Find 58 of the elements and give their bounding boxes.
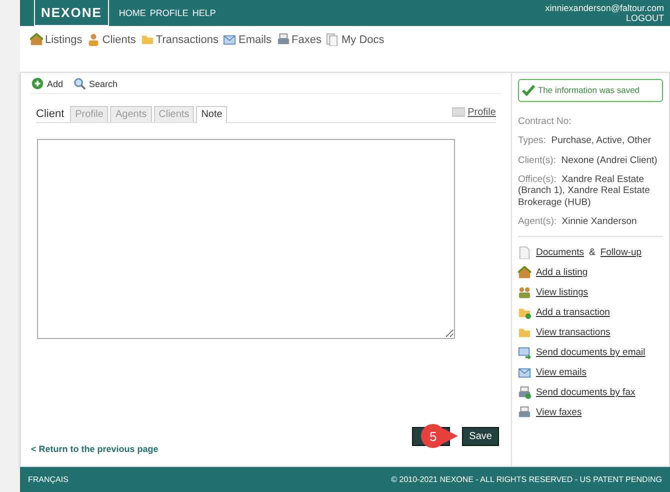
menu-link[interactable]: PROFILE bbox=[150, 8, 188, 18]
sidebar-link[interactable]: Add a transaction bbox=[536, 307, 610, 318]
sidebar-link[interactable]: View faxes bbox=[536, 407, 582, 418]
printer-arrow-icon bbox=[518, 386, 531, 400]
nav-link[interactable]: Listings bbox=[45, 34, 82, 46]
envelope-arrow-icon bbox=[518, 346, 531, 360]
check-icon bbox=[522, 84, 535, 97]
search-icon bbox=[73, 77, 86, 90]
ampersand: & bbox=[589, 247, 596, 258]
sidebar-link[interactable]: View listings bbox=[536, 287, 588, 298]
logo[interactable]: NEXONE bbox=[34, 0, 109, 26]
nav-link[interactable]: Clients bbox=[102, 34, 136, 46]
printer-icon bbox=[276, 33, 290, 46]
message-text: The information was saved bbox=[538, 85, 640, 96]
nav-link[interactable]: Emails bbox=[238, 34, 272, 46]
menu-link[interactable]: HELP bbox=[192, 8, 216, 18]
house-icon bbox=[518, 266, 531, 280]
printer-icon bbox=[518, 406, 531, 420]
folder-icon bbox=[140, 33, 154, 46]
follow-up-link[interactable]: Follow-up bbox=[600, 247, 642, 258]
detail-text: Contract No: bbox=[518, 116, 572, 128]
detail-text: Office(s): Xandre Real Estate (Branch 1), Xandre Real Estate Brokerage (HUB) bbox=[518, 174, 651, 208]
nav-link[interactable]: My Docs bbox=[341, 34, 384, 46]
copyright-text: © 2010-2021 NEXONE - ALL RIGHTS RESERVED - US PATENT PENDING bbox=[391, 475, 662, 484]
house-icon bbox=[30, 33, 43, 46]
detail-text: Client(s): Nexone (Andrei Client) bbox=[518, 154, 658, 166]
note-field[interactable] bbox=[37, 138, 455, 339]
sidebar-link[interactable]: Send documents by email bbox=[536, 347, 646, 358]
logout-link[interactable]: LOGOUT bbox=[626, 12, 664, 23]
folder-icon bbox=[518, 326, 531, 340]
add-icon bbox=[31, 77, 44, 90]
sidebar-link[interactable]: Add a listing bbox=[536, 267, 588, 278]
folder-plus-icon bbox=[518, 306, 531, 320]
detail-text: Types: Purchase, Active, Other bbox=[518, 135, 652, 147]
profile-link[interactable]: Profile bbox=[468, 106, 496, 118]
menu-link[interactable]: HOME bbox=[118, 8, 146, 18]
envelope-icon bbox=[518, 366, 531, 380]
envelope-icon bbox=[223, 33, 236, 46]
sidebar-link[interactable]: View emails bbox=[536, 367, 586, 378]
detail-text: Agent(s): Xinnie Xanderson bbox=[518, 216, 638, 228]
sidebar-link[interactable]: Send documents by fax bbox=[536, 387, 636, 398]
section-title: Client bbox=[36, 108, 64, 122]
nav-link[interactable]: Faxes bbox=[292, 34, 322, 46]
tab[interactable]: Note bbox=[196, 106, 228, 123]
toolbar-link[interactable]: Search bbox=[89, 78, 118, 89]
nav-link[interactable]: Transactions bbox=[156, 34, 218, 46]
language-link[interactable]: FRANÇAIS bbox=[28, 475, 68, 484]
sidebar-link[interactable]: View transactions bbox=[536, 327, 610, 338]
toolbar-link[interactable]: Add bbox=[47, 78, 64, 89]
back-link[interactable]: < Return to the previous page bbox=[31, 444, 158, 454]
documents-link[interactable]: Documents bbox=[536, 247, 584, 258]
documents-icon bbox=[326, 33, 340, 46]
save-button[interactable]: Save bbox=[462, 427, 499, 446]
people-icon bbox=[518, 286, 531, 300]
person-icon bbox=[87, 33, 100, 46]
user-email: xinniexanderson@faltour.com bbox=[545, 2, 664, 13]
document-icon bbox=[518, 246, 531, 260]
card-icon bbox=[452, 106, 465, 119]
